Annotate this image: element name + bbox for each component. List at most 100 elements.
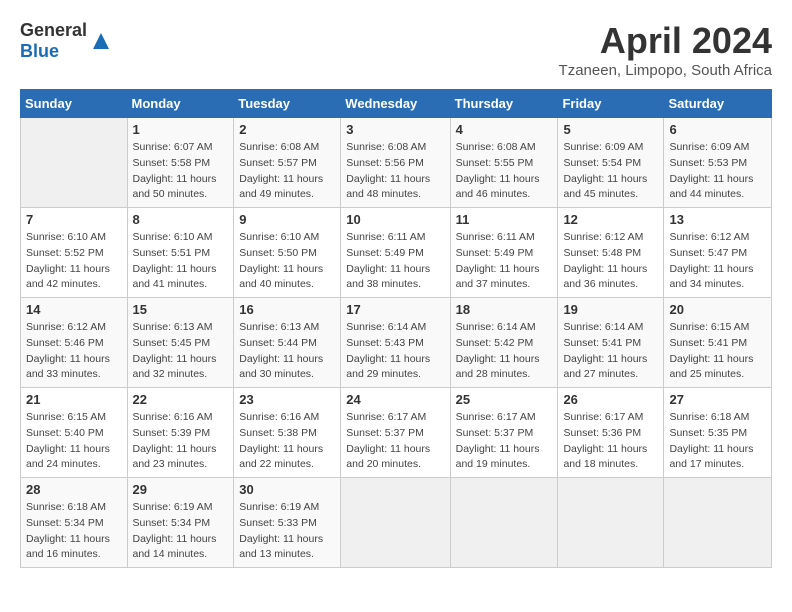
day-number: 7 — [26, 212, 122, 227]
calendar-week-row: 21Sunrise: 6:15 AMSunset: 5:40 PMDayligh… — [21, 388, 772, 478]
weekday-header: Tuesday — [234, 90, 341, 118]
day-info: Sunrise: 6:16 AMSunset: 5:39 PMDaylight:… — [133, 410, 229, 473]
calendar-cell: 1Sunrise: 6:07 AMSunset: 5:58 PMDaylight… — [127, 118, 234, 208]
calendar-week-row: 7 Sunrise: 6:10 AMSunset: 5:52 PMDaylight… — [21, 208, 772, 298]
calendar-cell: 29 Sunrise: 6:19 AMSunset: 5:34 PMDayligh… — [127, 478, 234, 568]
location-subtitle: Tzaneen, Limpopo, South Africa — [559, 62, 772, 79]
day-info: Sunrise: 6:08 AMSunset: 5:55 PMDaylight:… — [456, 140, 553, 203]
day-number: 29 — [133, 482, 229, 497]
calendar-cell: 11 Sunrise: 6:11 AMSunset: 5:49 PMDayligh… — [450, 208, 558, 298]
calendar-cell: 30 Sunrise: 6:19 AMSunset: 5:33 PMDayligh… — [234, 478, 341, 568]
weekday-header: Saturday — [664, 90, 772, 118]
title-block: April 2024 Tzaneen, Limpopo, South Afric… — [559, 20, 772, 79]
calendar-cell: 7 Sunrise: 6:10 AMSunset: 5:52 PMDaylight… — [21, 208, 128, 298]
calendar-cell — [664, 478, 772, 568]
day-number: 26 — [563, 392, 658, 407]
day-number: 9 — [239, 212, 335, 227]
day-number: 13 — [669, 212, 766, 227]
day-number: 28 — [26, 482, 122, 497]
calendar-cell: 2 Sunrise: 6:08 AMSunset: 5:57 PMDaylight… — [234, 118, 341, 208]
day-number: 22 — [133, 392, 229, 407]
day-number: 21 — [26, 392, 122, 407]
day-info: Sunrise: 6:14 AMSunset: 5:42 PMDaylight:… — [456, 320, 553, 383]
calendar-cell: 24Sunrise: 6:17 AMSunset: 5:37 PMDayligh… — [341, 388, 450, 478]
day-info: Sunrise: 6:09 AMSunset: 5:54 PMDaylight:… — [563, 140, 658, 203]
calendar-cell: 4 Sunrise: 6:08 AMSunset: 5:55 PMDaylight… — [450, 118, 558, 208]
weekday-header: Wednesday — [341, 90, 450, 118]
calendar-cell: 18 Sunrise: 6:14 AMSunset: 5:42 PMDayligh… — [450, 298, 558, 388]
calendar-cell: 23 Sunrise: 6:16 AMSunset: 5:38 PMDayligh… — [234, 388, 341, 478]
calendar-cell: 25Sunrise: 6:17 AMSunset: 5:37 PMDayligh… — [450, 388, 558, 478]
calendar-cell: 15 Sunrise: 6:13 AMSunset: 5:45 PMDayligh… — [127, 298, 234, 388]
day-info: Sunrise: 6:17 AMSunset: 5:37 PMDaylight:… — [346, 410, 444, 473]
calendar-week-row: 28 Sunrise: 6:18 AMSunset: 5:34 PMDayligh… — [21, 478, 772, 568]
page-header: General Blue April 2024 Tzaneen, Limpopo… — [20, 20, 772, 79]
weekday-row: SundayMondayTuesdayWednesdayThursdayFrid… — [21, 90, 772, 118]
day-info: Sunrise: 6:18 AMSunset: 5:34 PMDaylight:… — [26, 500, 122, 563]
calendar-cell — [558, 478, 664, 568]
day-info: Sunrise: 6:08 AMSunset: 5:56 PMDaylight:… — [346, 140, 444, 203]
day-number: 15 — [133, 302, 229, 317]
calendar-week-row: 1Sunrise: 6:07 AMSunset: 5:58 PMDaylight… — [21, 118, 772, 208]
day-number: 27 — [669, 392, 766, 407]
calendar-table: SundayMondayTuesdayWednesdayThursdayFrid… — [20, 89, 772, 568]
day-number: 8 — [133, 212, 229, 227]
weekday-header: Thursday — [450, 90, 558, 118]
day-number: 4 — [456, 122, 553, 137]
day-number: 11 — [456, 212, 553, 227]
calendar-cell: 10Sunrise: 6:11 AMSunset: 5:49 PMDayligh… — [341, 208, 450, 298]
day-info: Sunrise: 6:16 AMSunset: 5:38 PMDaylight:… — [239, 410, 335, 473]
calendar-body: 1Sunrise: 6:07 AMSunset: 5:58 PMDaylight… — [21, 118, 772, 568]
day-number: 12 — [563, 212, 658, 227]
calendar-cell: 6 Sunrise: 6:09 AMSunset: 5:53 PMDaylight… — [664, 118, 772, 208]
day-info: Sunrise: 6:15 AMSunset: 5:41 PMDaylight:… — [669, 320, 766, 383]
day-number: 18 — [456, 302, 553, 317]
calendar-cell: 8 Sunrise: 6:10 AMSunset: 5:51 PMDaylight… — [127, 208, 234, 298]
day-info: Sunrise: 6:07 AMSunset: 5:58 PMDaylight:… — [133, 140, 229, 203]
calendar-cell: 16Sunrise: 6:13 AMSunset: 5:44 PMDayligh… — [234, 298, 341, 388]
day-info: Sunrise: 6:13 AMSunset: 5:45 PMDaylight:… — [133, 320, 229, 383]
calendar-cell: 28 Sunrise: 6:18 AMSunset: 5:34 PMDayligh… — [21, 478, 128, 568]
calendar-cell: 17Sunrise: 6:14 AMSunset: 5:43 PMDayligh… — [341, 298, 450, 388]
day-info: Sunrise: 6:11 AMSunset: 5:49 PMDaylight:… — [346, 230, 444, 293]
logo-blue: Blue — [20, 41, 59, 61]
day-info: Sunrise: 6:18 AMSunset: 5:35 PMDaylight:… — [669, 410, 766, 473]
day-number: 19 — [563, 302, 658, 317]
day-info: Sunrise: 6:17 AMSunset: 5:36 PMDaylight:… — [563, 410, 658, 473]
day-info: Sunrise: 6:17 AMSunset: 5:37 PMDaylight:… — [456, 410, 553, 473]
day-number: 2 — [239, 122, 335, 137]
logo: General Blue — [20, 20, 113, 62]
calendar-cell: 12Sunrise: 6:12 AMSunset: 5:48 PMDayligh… — [558, 208, 664, 298]
calendar-cell: 3 Sunrise: 6:08 AMSunset: 5:56 PMDaylight… — [341, 118, 450, 208]
day-info: Sunrise: 6:09 AMSunset: 5:53 PMDaylight:… — [669, 140, 766, 203]
day-number: 6 — [669, 122, 766, 137]
day-number: 3 — [346, 122, 444, 137]
day-info: Sunrise: 6:08 AMSunset: 5:57 PMDaylight:… — [239, 140, 335, 203]
day-number: 5 — [563, 122, 658, 137]
day-number: 17 — [346, 302, 444, 317]
day-info: Sunrise: 6:12 AMSunset: 5:47 PMDaylight:… — [669, 230, 766, 293]
day-number: 20 — [669, 302, 766, 317]
logo-icon — [89, 29, 113, 53]
day-number: 23 — [239, 392, 335, 407]
calendar-header: SundayMondayTuesdayWednesdayThursdayFrid… — [21, 90, 772, 118]
calendar-cell: 27 Sunrise: 6:18 AMSunset: 5:35 PMDayligh… — [664, 388, 772, 478]
calendar-cell: 26 Sunrise: 6:17 AMSunset: 5:36 PMDayligh… — [558, 388, 664, 478]
weekday-header: Monday — [127, 90, 234, 118]
day-number: 16 — [239, 302, 335, 317]
logo-general: General — [20, 20, 87, 40]
calendar-cell: 22 Sunrise: 6:16 AMSunset: 5:39 PMDayligh… — [127, 388, 234, 478]
calendar-cell: 5 Sunrise: 6:09 AMSunset: 5:54 PMDaylight… — [558, 118, 664, 208]
logo-text: General Blue — [20, 20, 87, 62]
day-info: Sunrise: 6:19 AMSunset: 5:33 PMDaylight:… — [239, 500, 335, 563]
calendar-cell: 14Sunrise: 6:12 AMSunset: 5:46 PMDayligh… — [21, 298, 128, 388]
calendar-cell: 19Sunrise: 6:14 AMSunset: 5:41 PMDayligh… — [558, 298, 664, 388]
calendar-cell — [341, 478, 450, 568]
calendar-cell: 9Sunrise: 6:10 AMSunset: 5:50 PMDaylight… — [234, 208, 341, 298]
calendar-week-row: 14Sunrise: 6:12 AMSunset: 5:46 PMDayligh… — [21, 298, 772, 388]
day-info: Sunrise: 6:11 AMSunset: 5:49 PMDaylight:… — [456, 230, 553, 293]
day-info: Sunrise: 6:19 AMSunset: 5:34 PMDaylight:… — [133, 500, 229, 563]
day-info: Sunrise: 6:10 AMSunset: 5:51 PMDaylight:… — [133, 230, 229, 293]
day-number: 30 — [239, 482, 335, 497]
day-info: Sunrise: 6:10 AMSunset: 5:52 PMDaylight:… — [26, 230, 122, 293]
